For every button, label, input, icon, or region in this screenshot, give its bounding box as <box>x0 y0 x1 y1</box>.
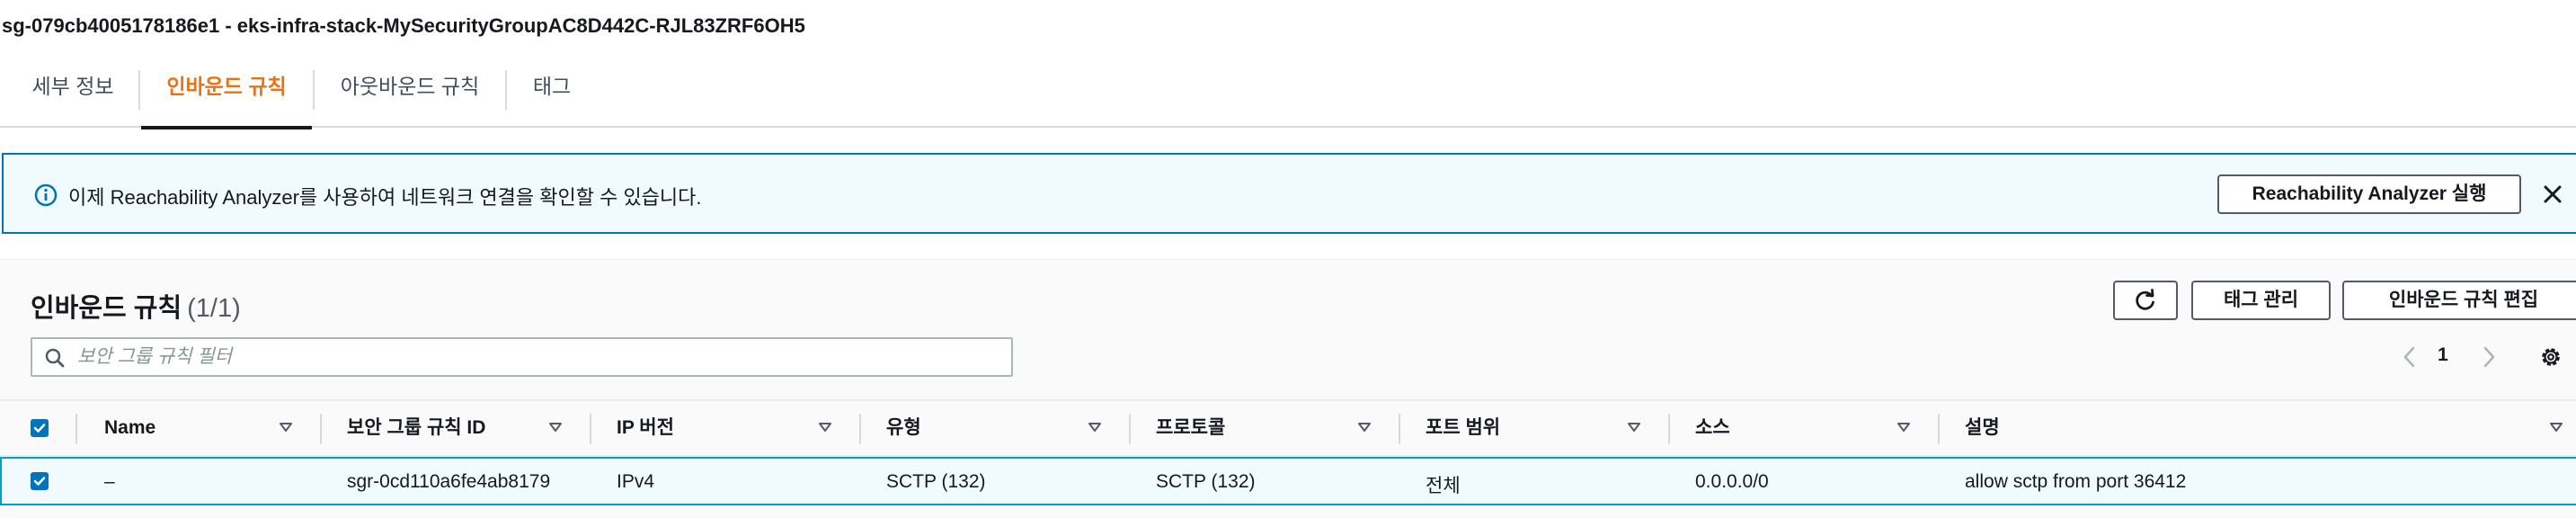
column-divider <box>590 414 591 444</box>
sort-icon[interactable] <box>818 421 832 433</box>
refresh-icon <box>2136 289 2154 310</box>
column-header-ip-version[interactable]: IP 버전 <box>617 401 674 455</box>
sort-icon[interactable] <box>1357 421 1372 433</box>
rule-filter-input[interactable] <box>77 344 976 370</box>
inbound-rules-panel: 인바운드 규칙(1/1) 태그 관리 인바운드 규칙 편집 1 Name <box>0 259 2576 518</box>
edit-inbound-rules-button[interactable]: 인바운드 규칙 편집 <box>2342 281 2576 320</box>
cell-name: – <box>104 471 115 492</box>
security-group-title: sg-079cb4005178186e1 - eks-infra-stack-M… <box>2 14 805 37</box>
column-header-protocol[interactable]: 프로토콜 <box>1156 401 1225 455</box>
column-header-type[interactable]: 유형 <box>886 401 921 455</box>
column-header-port-range[interactable]: 포트 범위 <box>1426 401 1500 455</box>
sort-icon[interactable] <box>1896 421 1911 433</box>
tab-tags[interactable]: 태그 <box>532 54 572 128</box>
sort-icon[interactable] <box>548 421 563 433</box>
tab-divider <box>138 70 140 110</box>
column-divider <box>1399 414 1400 444</box>
panel-title-text: 인바운드 규칙 <box>31 294 182 323</box>
tab-divider <box>313 70 315 110</box>
column-divider <box>76 414 77 444</box>
sort-icon[interactable] <box>1627 421 1641 433</box>
cell-type: SCTP (132) <box>886 471 986 492</box>
tab-divider <box>505 70 507 110</box>
column-divider <box>320 414 322 444</box>
tab-bar: 세부 정보 인바운드 규칙 아웃바운드 규칙 태그 <box>0 54 2576 130</box>
row-checkbox[interactable] <box>31 472 49 490</box>
current-page-number[interactable]: 1 <box>2438 344 2448 366</box>
search-icon <box>45 348 65 368</box>
sort-icon[interactable] <box>279 421 293 433</box>
info-icon <box>34 183 58 207</box>
cell-protocol: SCTP (132) <box>1156 471 1256 492</box>
chevron-left-icon[interactable] <box>2400 344 2420 370</box>
cell-port-range: 전체 <box>1426 476 1461 496</box>
cell-source: 0.0.0.0/0 <box>1695 471 1769 492</box>
column-divider <box>1938 414 1940 444</box>
info-banner-text: 이제 Reachability Analyzer를 사용하여 네트워크 연결을 … <box>68 186 702 209</box>
rule-count: (1/1) <box>187 294 241 323</box>
cell-description: allow sctp from port 36412 <box>1965 471 2187 492</box>
sort-icon[interactable] <box>2549 421 2563 433</box>
column-header-name[interactable]: Name <box>104 401 155 455</box>
table-row[interactable]: – sgr-0cd110a6fe4ab8179 IPv4 SCTP (132) … <box>0 457 2576 505</box>
column-divider <box>859 414 861 444</box>
tab-outbound-rules[interactable]: 아웃바운드 규칙 <box>340 54 480 128</box>
checkmark-icon <box>33 424 46 433</box>
column-divider <box>1668 414 1670 444</box>
panel-title: 인바운드 규칙 (1/1) <box>31 287 241 325</box>
column-divider <box>1129 414 1131 444</box>
info-banner: 이제 Reachability Analyzer를 사용하여 네트워크 연결을 … <box>2 153 2576 234</box>
gear-icon[interactable] <box>2538 344 2563 370</box>
tab-inbound-rules[interactable]: 인바운드 규칙 <box>141 54 312 130</box>
close-icon[interactable] <box>2540 182 2565 207</box>
cell-ip-version: IPv4 <box>617 471 655 492</box>
column-header-source[interactable]: 소스 <box>1695 401 1730 455</box>
column-header-description[interactable]: 설명 <box>1965 401 2000 455</box>
tab-details[interactable]: 세부 정보 <box>31 54 115 128</box>
sort-icon[interactable] <box>1088 421 1102 433</box>
table-header: Name 보안 그룹 규칙 ID IP 버전 유형 프로토콜 포트 범위 소스 … <box>0 399 2576 457</box>
manage-tags-button[interactable]: 태그 관리 <box>2191 281 2331 320</box>
refresh-button[interactable] <box>2113 281 2178 320</box>
cell-rule-id: sgr-0cd110a6fe4ab8179 <box>347 471 551 492</box>
select-all-checkbox[interactable] <box>31 419 49 437</box>
column-header-rule-id[interactable]: 보안 그룹 규칙 ID <box>347 401 485 455</box>
checkmark-icon <box>33 477 46 486</box>
chevron-right-icon[interactable] <box>2479 344 2499 370</box>
rule-filter[interactable] <box>31 337 1013 377</box>
run-reachability-analyzer-button[interactable]: Reachability Analyzer 실행 <box>2217 174 2521 214</box>
